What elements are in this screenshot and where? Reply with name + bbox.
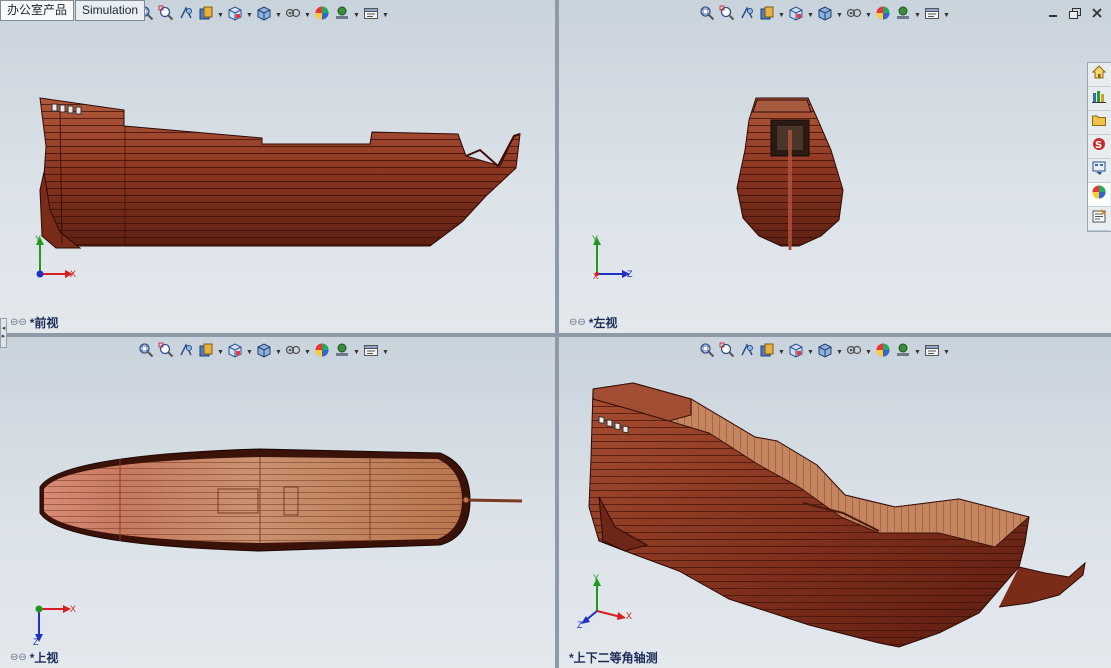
- task-pane-search-tab[interactable]: S: [1088, 135, 1110, 159]
- triad-x-label: X: [593, 272, 599, 281]
- command-manager-tabs: 办公室产品 Simulation: [0, 0, 146, 21]
- triad-z-label: Z: [33, 637, 39, 647]
- tab-office-products[interactable]: 办公室产品: [0, 0, 75, 21]
- viewport-isometric[interactable]: ▼ ▼ ▼ ▼ ▼ ▼ Y X Z *上下二等角轴测: [559, 337, 1111, 668]
- task-pane-custom-properties-tab[interactable]: [1088, 207, 1110, 231]
- triad-y-label: Y: [35, 234, 42, 244]
- appearances-icon: [1091, 184, 1107, 205]
- task-pane-appearances-tab[interactable]: [1088, 183, 1110, 207]
- ship-model-front: [39, 97, 521, 249]
- viewport-left[interactable]: ▼ ▼ ▼ ▼ ▼ ▼ Y Z X S ⊖⊖ *左视: [559, 0, 1111, 333]
- viewport-front[interactable]: ▼ ▼ ▼ ▼ ▼ ▼ Y X ⊖⊖ *前视: [0, 0, 555, 333]
- ship-model-isometric: [588, 382, 1086, 648]
- collapse-left-icon: ◂: [1, 325, 6, 332]
- viewport-top[interactable]: ▼ ▼ ▼ ▼ ▼ ▼ X Z ⊖⊖ *上视: [0, 337, 555, 668]
- viewport-label-isometric: *上下二等角轴测: [569, 651, 658, 665]
- viewport-label-top: ⊖⊖ *上视: [10, 651, 59, 665]
- view-palette-icon: [1091, 160, 1107, 181]
- coordinate-triad: Y X Z: [577, 573, 637, 631]
- triad-x-label: X: [626, 611, 633, 621]
- coordinate-triad: Y Z X: [589, 234, 639, 282]
- coordinate-triad: Y X: [32, 234, 82, 282]
- link-views-icon[interactable]: ⊖⊖: [569, 317, 586, 328]
- custom-properties-icon: [1091, 208, 1107, 229]
- triad-x-label: X: [70, 604, 77, 614]
- triad-y-label: Y: [593, 573, 600, 583]
- triad-y-label: Y: [592, 234, 599, 244]
- task-pane-resources-home-tab[interactable]: [1088, 63, 1110, 87]
- design-library-icon: [1091, 88, 1107, 109]
- task-pane-file-explorer-tab[interactable]: [1088, 111, 1110, 135]
- triad-z-label: Z: [627, 269, 633, 279]
- resources-home-icon: [1091, 64, 1107, 85]
- collapse-right-icon: ▸: [1, 333, 6, 340]
- task-pane-view-palette-tab[interactable]: [1088, 159, 1110, 183]
- link-views-icon[interactable]: ⊖⊖: [10, 652, 27, 663]
- viewport-label-left: ⊖⊖ *左视: [569, 316, 618, 330]
- ship-model-top: [39, 448, 523, 552]
- task-pane-tabs: S: [1087, 62, 1111, 232]
- svg-text:S: S: [1095, 140, 1102, 151]
- ship-model-left: [736, 97, 844, 250]
- link-views-icon[interactable]: ⊖⊖: [10, 317, 27, 328]
- triad-x-label: X: [70, 269, 77, 279]
- file-explorer-icon: [1091, 112, 1107, 133]
- coordinate-triad: X Z: [30, 599, 80, 647]
- panel-collapse-handle[interactable]: ◂ ▸: [0, 318, 7, 348]
- tab-simulation[interactable]: Simulation: [75, 0, 146, 21]
- task-pane-design-library-tab[interactable]: [1088, 87, 1110, 111]
- triad-z-label: Z: [577, 620, 583, 630]
- search-icon: S: [1091, 136, 1107, 157]
- viewport-label-front: ⊖⊖ *前视: [10, 316, 59, 330]
